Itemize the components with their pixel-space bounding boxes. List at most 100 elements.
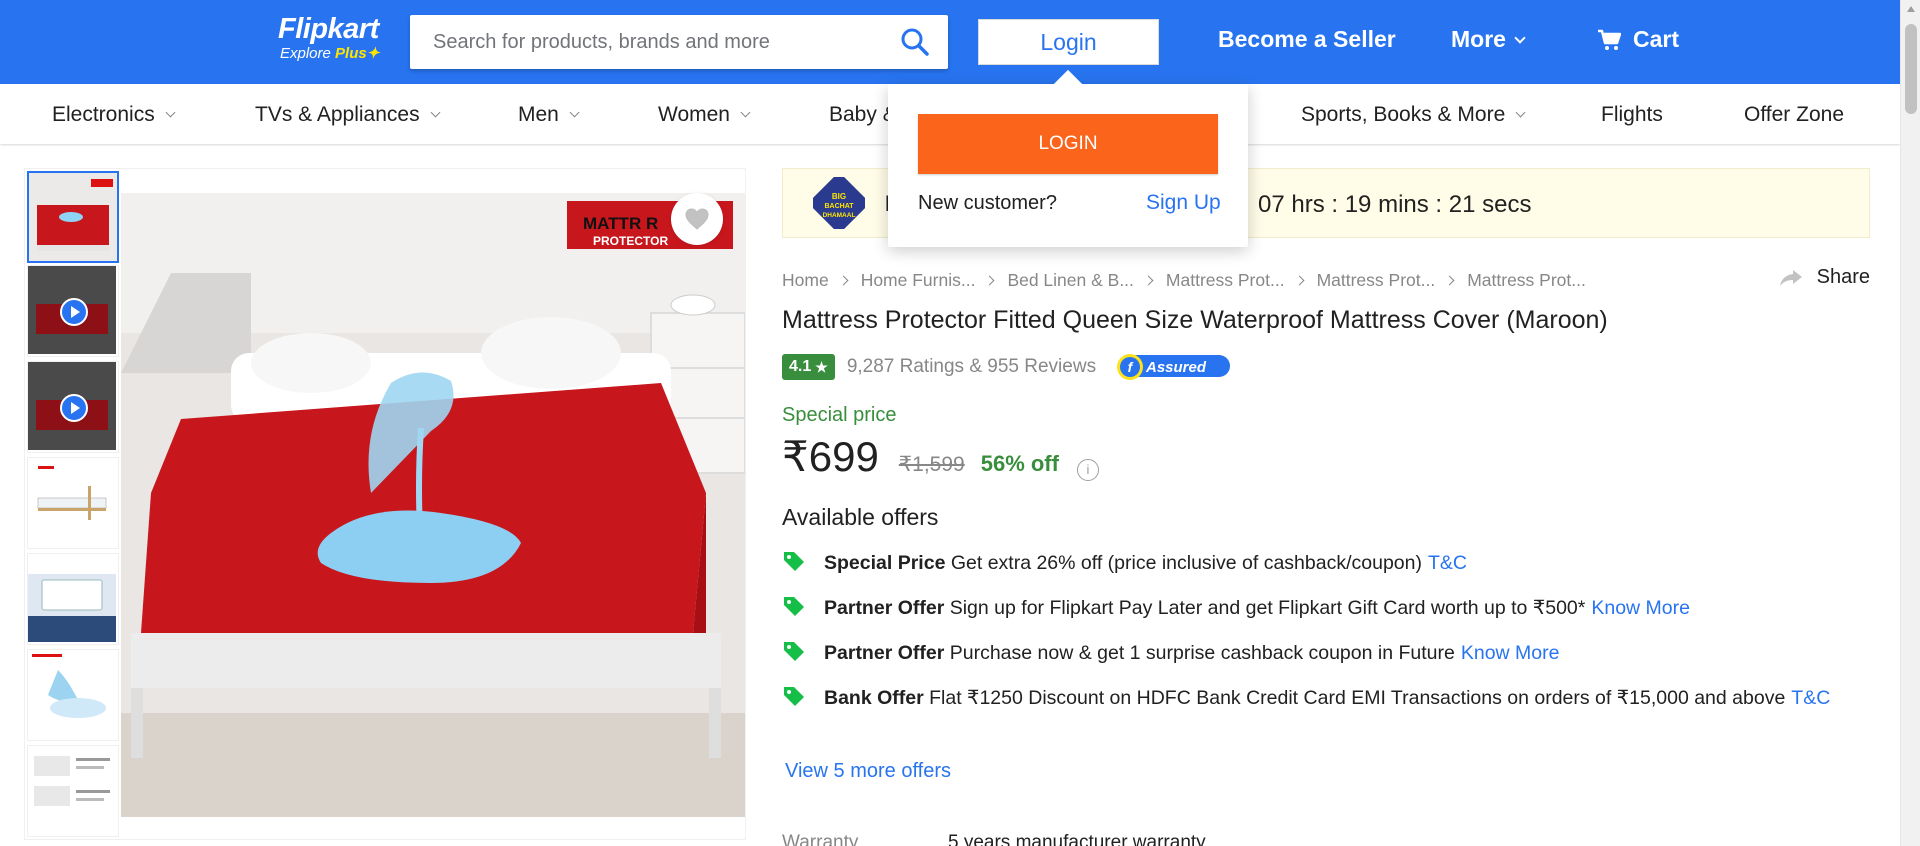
ratings-reviews-count[interactable]: 9,287 Ratings & 955 Reviews bbox=[847, 356, 1096, 378]
thumbnail[interactable] bbox=[27, 649, 119, 741]
cart-icon bbox=[1598, 29, 1621, 50]
breadcrumb-item[interactable]: Home bbox=[782, 270, 829, 290]
offer-text: Get extra 26% off (price inclusive of ca… bbox=[950, 552, 1422, 574]
product-gallery: MATTR R PROTECTOR bbox=[24, 168, 746, 840]
chevron-right-icon bbox=[1444, 275, 1455, 286]
category-men[interactable]: Men bbox=[518, 103, 580, 127]
offer-know-more-link[interactable]: Know More bbox=[1591, 597, 1690, 619]
assured-badge-icon: f Assured bbox=[1117, 354, 1231, 380]
chevron-right-icon bbox=[1294, 275, 1305, 286]
signup-link[interactable]: Sign Up bbox=[1146, 191, 1221, 215]
play-icon bbox=[60, 394, 88, 422]
thumbnail[interactable] bbox=[27, 745, 119, 837]
original-price: ₹1,599 bbox=[898, 453, 965, 476]
share-label: Share bbox=[1816, 266, 1870, 288]
category-label: Women bbox=[658, 103, 730, 126]
scrollbar-thumb[interactable] bbox=[1905, 24, 1917, 114]
offer-tc-link[interactable]: T&C bbox=[1791, 687, 1830, 709]
offer-tag-icon bbox=[784, 642, 804, 661]
flipkart-logo[interactable]: Flipkart Explore Plus✦ bbox=[278, 13, 379, 62]
category-label: Offer Zone bbox=[1744, 103, 1844, 126]
view-more-offers-link[interactable]: View 5 more offers bbox=[785, 760, 951, 783]
breadcrumb: Home Home Furnis... Bed Linen & B... Mattre… bbox=[782, 270, 1586, 291]
product-title: Mattress Protector Fitted Queen Size Wat… bbox=[782, 306, 1608, 334]
page-scrollbar[interactable] bbox=[1900, 0, 1920, 846]
logo-plus-text: Plus bbox=[335, 45, 367, 62]
top-header: Flipkart Explore Plus✦ Login Become a Se… bbox=[0, 0, 1920, 84]
offer-tc-link[interactable]: T&C bbox=[1428, 552, 1467, 574]
login-button[interactable]: Login bbox=[978, 19, 1159, 65]
play-icon bbox=[60, 298, 88, 326]
logo-tagline: Explore Plus✦ bbox=[280, 44, 379, 62]
category-women[interactable]: Women bbox=[658, 103, 751, 127]
selling-price: ₹699 bbox=[782, 433, 879, 480]
chevron-down-icon bbox=[1514, 32, 1526, 44]
offer-type: Partner Offer bbox=[824, 597, 945, 619]
more-menu[interactable]: More bbox=[1451, 26, 1526, 53]
chevron-down-icon bbox=[430, 107, 441, 118]
offer-type: Partner Offer bbox=[824, 642, 945, 664]
sale-logo-icon: BIG BACHAT DHAMAAL bbox=[813, 177, 865, 229]
thumbnail[interactable] bbox=[27, 171, 119, 263]
thumbnail[interactable] bbox=[27, 553, 119, 645]
video-thumbnail[interactable] bbox=[27, 361, 119, 453]
product-page: Flipkart Explore Plus✦ Login Become a Se… bbox=[0, 0, 1920, 846]
share-button[interactable]: Share bbox=[1779, 266, 1870, 289]
thumbnail[interactable] bbox=[27, 457, 119, 549]
breadcrumb-item[interactable]: Bed Linen & B... bbox=[1007, 270, 1133, 290]
category-flights[interactable]: Flights bbox=[1601, 103, 1663, 127]
special-price-label: Special price bbox=[782, 404, 897, 426]
svg-text:BACHAT: BACHAT bbox=[824, 203, 854, 210]
category-label: TVs & Appliances bbox=[255, 103, 420, 126]
category-electronics[interactable]: Electronics bbox=[52, 103, 176, 127]
price-row: ₹699 ₹1,599 56% off i bbox=[782, 432, 1099, 481]
search-input[interactable] bbox=[410, 15, 880, 69]
cart-label: Cart bbox=[1633, 26, 1680, 52]
category-tvs-appliances[interactable]: TVs & Appliances bbox=[255, 103, 441, 127]
info-icon[interactable]: i bbox=[1076, 458, 1099, 481]
offer-item: Special Price Get extra 26% off (price i… bbox=[782, 548, 1862, 578]
image-brand-text: MATTR R bbox=[583, 214, 658, 233]
offer-text: Sign up for Flipkart Pay Later and get F… bbox=[949, 597, 1586, 619]
offer-tag-icon bbox=[784, 597, 804, 616]
svg-text:DHAMAAL: DHAMAAL bbox=[823, 212, 856, 219]
scroll-up-icon[interactable] bbox=[1907, 6, 1915, 12]
offer-item: Partner Offer Purchase now & get 1 surpr… bbox=[782, 638, 1862, 668]
chevron-down-icon bbox=[1515, 107, 1526, 118]
breadcrumb-item[interactable]: Mattress Prot... bbox=[1317, 270, 1436, 290]
video-thumbnail[interactable] bbox=[27, 265, 119, 357]
new-customer-text: New customer? bbox=[918, 192, 1057, 214]
search-icon[interactable] bbox=[900, 27, 930, 57]
logo-tagline-text: Explore bbox=[280, 45, 331, 62]
warranty-value: 5 years manufacturer warranty bbox=[948, 832, 1206, 846]
warranty-label: Warranty bbox=[782, 832, 859, 846]
offer-text: Purchase now & get 1 surprise cashback c… bbox=[949, 642, 1455, 664]
more-label: More bbox=[1451, 26, 1506, 52]
logo-text: Flipkart bbox=[278, 13, 379, 45]
cart-link[interactable]: Cart bbox=[1597, 26, 1679, 53]
breadcrumb-item[interactable]: Home Furnis... bbox=[861, 270, 976, 290]
rating-row: 4.1 ★ 9,287 Ratings & 955 Reviews f Assur… bbox=[782, 352, 1232, 382]
rating-badge[interactable]: 4.1 ★ bbox=[782, 354, 835, 380]
become-seller-link[interactable]: Become a Seller bbox=[1218, 26, 1396, 53]
main-product-image[interactable]: MATTR R PROTECTOR bbox=[121, 193, 745, 817]
chevron-down-icon bbox=[165, 107, 176, 118]
offer-know-more-link[interactable]: Know More bbox=[1461, 642, 1560, 664]
offers-heading: Available offers bbox=[782, 504, 939, 530]
breadcrumb-item[interactable]: Mattress Prot... bbox=[1166, 270, 1285, 290]
category-label: Sports, Books & More bbox=[1301, 103, 1506, 126]
offer-tag-icon bbox=[784, 552, 804, 571]
assured-text: Assured bbox=[1145, 359, 1207, 376]
offer-item: Partner Offer Sign up for Flipkart Pay L… bbox=[782, 593, 1862, 623]
login-dropdown: LOGIN New customer? Sign Up bbox=[888, 69, 1248, 247]
star-icon: ★ bbox=[815, 358, 828, 375]
offer-item: Bank Offer Flat ₹1250 Discount on HDFC B… bbox=[782, 683, 1862, 713]
category-offer-zone[interactable]: Offer Zone bbox=[1744, 103, 1844, 127]
category-label: Electronics bbox=[52, 103, 155, 126]
category-sports-books[interactable]: Sports, Books & More bbox=[1301, 103, 1526, 127]
offer-type: Special Price bbox=[824, 552, 946, 574]
breadcrumb-item[interactable]: Mattress Prot... bbox=[1467, 270, 1586, 290]
dropdown-login-button[interactable]: LOGIN bbox=[918, 114, 1218, 174]
wishlist-heart-icon[interactable] bbox=[671, 193, 723, 245]
sale-timer: 07 hrs : 19 mins : 21 secs bbox=[1258, 191, 1532, 218]
